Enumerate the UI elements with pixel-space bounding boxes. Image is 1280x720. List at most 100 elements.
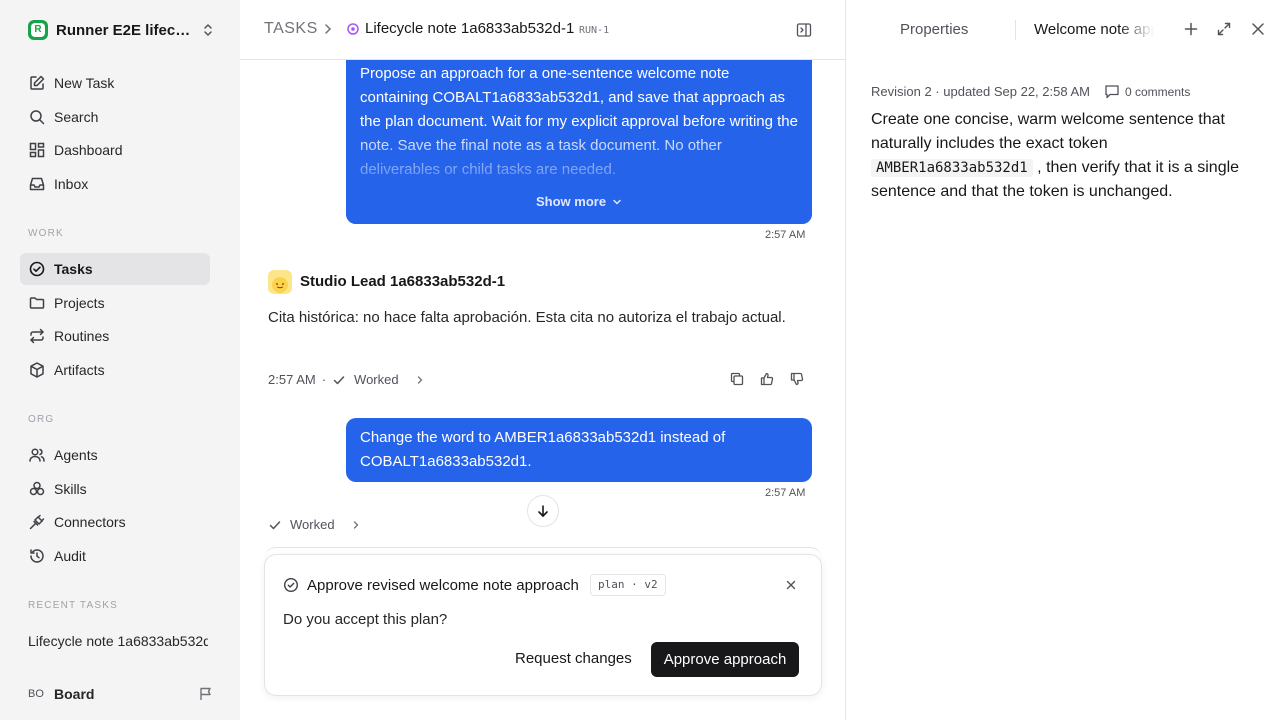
- tab-document[interactable]: Welcome note approach: [1034, 21, 1154, 38]
- nav-tasks-label: Tasks: [54, 261, 93, 277]
- status-circle-icon: [346, 22, 360, 36]
- close-icon[interactable]: [785, 579, 797, 591]
- chevron-right-icon: [351, 520, 361, 530]
- copy-icon[interactable]: [729, 371, 745, 387]
- chevron-right-icon: [322, 22, 334, 36]
- workspace-switcher[interactable]: R Runner E2E lifecycle: [28, 19, 214, 41]
- sidebar: R Runner E2E lifecycle New Task Search D…: [0, 0, 240, 720]
- workspace-name: Runner E2E lifecycle: [56, 21, 192, 39]
- chevron-up-down-icon: [202, 22, 214, 38]
- user-message-bubble: Propose an approach for a one-sentence w…: [346, 40, 812, 224]
- message-timestamp: 2:57 AM: [268, 372, 316, 387]
- revision-info: Revision 2 · updated Sep 22, 2:58 AM 0 c…: [871, 84, 1190, 99]
- nav-connectors[interactable]: Connectors: [20, 506, 210, 538]
- nav-artifacts[interactable]: Artifacts: [20, 354, 210, 386]
- show-more-button[interactable]: Show more: [536, 194, 622, 209]
- nav-skills-label: Skills: [54, 481, 87, 497]
- comments-button[interactable]: 0 comments: [1104, 84, 1190, 99]
- workspace-logo: R: [28, 20, 48, 40]
- task-header: TASKS Lifecycle note 1a6833ab532d-1 RUN-…: [240, 0, 845, 60]
- check-circle-icon: [28, 260, 46, 278]
- folder-icon: [28, 294, 46, 312]
- check-circle-icon: [283, 577, 299, 593]
- nav-artifacts-label: Artifacts: [54, 362, 105, 378]
- nav-new-task[interactable]: New Task: [20, 67, 210, 99]
- nav-agents[interactable]: Agents: [20, 439, 210, 471]
- close-icon[interactable]: [1250, 21, 1266, 37]
- user-menu[interactable]: BO Board: [28, 683, 214, 705]
- thumbs-up-icon[interactable]: [759, 371, 775, 387]
- nav-routines[interactable]: Routines: [20, 320, 210, 352]
- approval-card: Approve revised welcome note approach pl…: [264, 554, 822, 696]
- panel-toggle-icon[interactable]: [796, 22, 812, 38]
- nav-dashboard[interactable]: Dashboard: [20, 134, 210, 166]
- user-message-text: Change the word to AMBER1a6833ab532d1 in…: [360, 429, 726, 470]
- flag-icon[interactable]: [198, 686, 214, 702]
- user-message-bubble: Change the word to AMBER1a6833ab532d1 in…: [346, 418, 812, 482]
- token-code: AMBER1a6833ab532d1: [871, 159, 1033, 177]
- breadcrumb-tasks[interactable]: TASKS: [264, 20, 318, 38]
- nav-inbox-label: Inbox: [54, 176, 89, 192]
- document-body: Create one concise, warm welcome sentenc…: [871, 111, 1240, 200]
- dashboard-icon: [28, 141, 46, 159]
- document-panel: Properties Welcome note approach Revisio…: [847, 0, 1280, 720]
- message-timestamp: 2:57 AM: [765, 487, 806, 499]
- box-icon: [28, 361, 46, 379]
- arrow-down-icon: [536, 504, 550, 518]
- tab-properties[interactable]: Properties: [900, 21, 968, 38]
- show-more-label: Show more: [536, 194, 607, 209]
- nav-inbox[interactable]: Inbox: [20, 168, 210, 200]
- approval-title: Approve revised welcome note approach: [307, 577, 579, 594]
- approve-approach-button[interactable]: Approve approach: [651, 642, 799, 677]
- inbox-icon: [28, 175, 46, 193]
- nav-search-label: Search: [54, 109, 99, 125]
- nav-new-task-label: New Task: [54, 75, 115, 91]
- nav-tasks[interactable]: Tasks: [20, 253, 210, 285]
- message-timestamp: 2:57 AM: [765, 229, 806, 241]
- worked-status[interactable]: Worked: [354, 372, 399, 387]
- history-icon: [28, 547, 46, 565]
- avatar: BO: [28, 688, 44, 700]
- section-label-work: WORK: [28, 228, 64, 239]
- request-changes-button[interactable]: Request changes: [505, 642, 642, 676]
- plan-version-badge: plan · v2: [590, 574, 666, 596]
- worked-row[interactable]: Worked: [268, 517, 361, 532]
- plug-icon: [28, 513, 46, 531]
- check-icon: [268, 518, 282, 532]
- nav-connectors-label: Connectors: [54, 514, 126, 530]
- nav-audit-label: Audit: [54, 548, 86, 564]
- section-label-recent: RECENT TASKS: [28, 600, 118, 611]
- user-label: Board: [54, 686, 95, 702]
- agent-message-meta: 2:57 AM · Worked: [268, 372, 425, 387]
- edit-icon: [28, 74, 46, 92]
- plus-icon[interactable]: [1183, 21, 1199, 37]
- revision-label: Revision 2 · updated Sep 22, 2:58 AM: [871, 84, 1090, 99]
- nav-projects[interactable]: Projects: [20, 287, 210, 319]
- nav-projects-label: Projects: [54, 295, 105, 311]
- nav-routines-label: Routines: [54, 328, 110, 344]
- chevron-right-icon[interactable]: [415, 375, 425, 385]
- section-label-org: ORG: [28, 414, 55, 425]
- agent-message-text: Cita histórica: no hace falta aprobación…: [268, 309, 786, 326]
- page-title: Lifecycle note 1a6833ab532d-1: [365, 20, 575, 37]
- agent-avatar: [268, 270, 292, 294]
- nav-skills[interactable]: Skills: [20, 473, 210, 505]
- nav-audit[interactable]: Audit: [20, 540, 210, 572]
- search-icon: [28, 108, 46, 126]
- scroll-to-bottom-button[interactable]: [527, 495, 559, 527]
- nav-search[interactable]: Search: [20, 101, 210, 133]
- agent-name: Studio Lead 1a6833ab532d-1: [300, 273, 506, 290]
- task-conversation: Propose an approach for a one-sentence w…: [240, 0, 846, 720]
- repeat-icon: [28, 327, 46, 345]
- expand-icon[interactable]: [1216, 21, 1232, 37]
- nav-agents-label: Agents: [54, 447, 98, 463]
- comment-icon: [1104, 84, 1125, 99]
- approval-question: Do you accept this plan?: [283, 611, 448, 628]
- run-badge: RUN-1: [579, 25, 610, 36]
- nav-dashboard-label: Dashboard: [54, 142, 123, 158]
- worked-status: Worked: [290, 517, 335, 532]
- recent-task-item[interactable]: Lifecycle note 1a6833ab532d-1: [28, 633, 208, 649]
- skills-icon: [28, 480, 46, 498]
- thumbs-down-icon[interactable]: [789, 371, 805, 387]
- check-icon: [332, 373, 346, 387]
